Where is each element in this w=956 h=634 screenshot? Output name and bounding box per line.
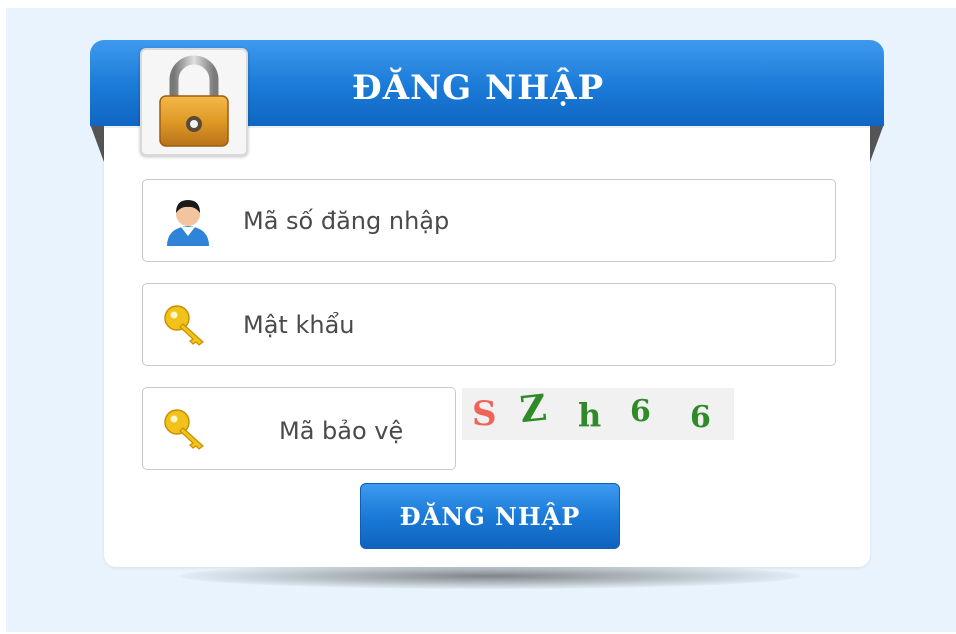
login-button[interactable]: ĐĂNG NHẬP [360,483,620,549]
password-field[interactable] [142,283,836,366]
user-icon [165,196,211,250]
captcha-char: 6 [630,394,651,429]
ribbon-fold-right [870,124,884,162]
captcha-image: S Z h 6 6 [462,386,734,440]
captcha-char: S [472,394,497,434]
key-icon [163,408,207,454]
password-input[interactable] [243,308,803,342]
key-icon [163,304,207,350]
ribbon-fold-left [90,124,104,162]
captcha-char: Z [517,386,549,432]
page-title: ĐĂNG NHẬP [352,68,605,108]
padlock-icon [140,48,248,156]
captcha-input[interactable] [279,414,449,448]
captcha-field[interactable] [142,387,456,470]
username-input[interactable] [243,204,803,238]
captcha-char: h [578,396,602,434]
username-field[interactable] [142,179,836,262]
captcha-char: 6 [690,400,711,435]
